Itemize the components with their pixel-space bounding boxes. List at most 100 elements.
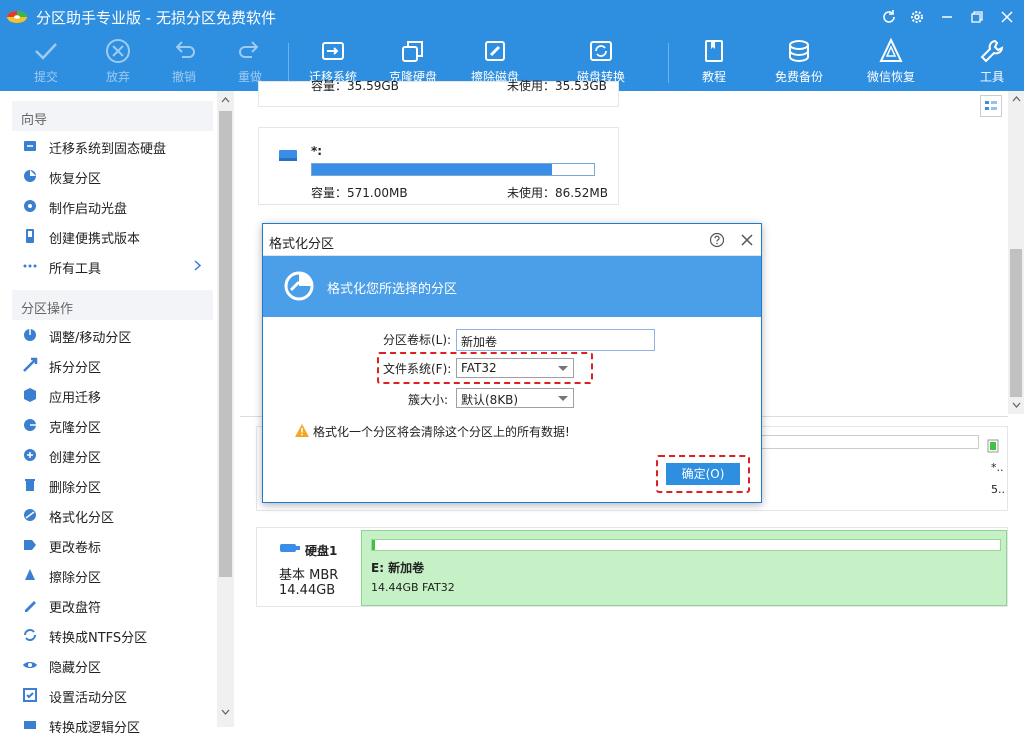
discard-button[interactable]: 放弃 — [94, 37, 142, 89]
refresh-button[interactable] — [878, 6, 900, 28]
volume-label-input[interactable]: 新加卷 — [456, 329, 655, 351]
tutorial-label: 教程 — [701, 70, 726, 84]
sidebar-item-operation[interactable]: 创建分区 — [12, 440, 213, 470]
delete-partition-icon — [22, 477, 38, 493]
window-title: 分区助手专业版 - 无损分区免费软件 — [36, 9, 276, 27]
split-icon — [22, 357, 38, 373]
sidebar-scroll-thumb[interactable] — [219, 111, 232, 577]
sidebar-item-label: 应用迁移 — [49, 391, 102, 406]
format-pie-icon — [284, 271, 314, 301]
ok-button[interactable]: 确定(O) — [666, 463, 740, 485]
migrate-disk-icon — [322, 42, 344, 60]
partition-usage-bar — [371, 539, 1001, 551]
backup-icon — [789, 40, 809, 63]
warning-icon — [295, 424, 309, 437]
list-view-icon — [985, 101, 997, 110]
wipe-partition-icon — [22, 567, 38, 583]
sidebar-item-operation[interactable]: 应用迁移 — [12, 380, 213, 410]
cluster-size-label: 簇大小: — [408, 393, 449, 407]
sidebar-item-wizard[interactable]: 制作启动光盘 — [12, 191, 213, 221]
toolbar-divider — [288, 43, 289, 83]
sidebar-item-operation[interactable]: 擦除分区 — [12, 560, 213, 590]
partition-usage-fill — [312, 164, 552, 175]
discard-label: 放弃 — [105, 70, 130, 84]
sidebar-item-wizard[interactable]: 迁移系统到固态硬盘 — [12, 131, 213, 161]
wizard-section-title: 向导 — [12, 101, 213, 131]
sidebar-item-operation[interactable]: 格式化分区 — [12, 500, 213, 530]
clone-disk-icon — [402, 41, 423, 62]
file-system-value: FAT32 — [461, 361, 497, 375]
sidebar-scrollbar[interactable] — [217, 91, 234, 727]
app-logo-icon — [7, 11, 27, 23]
sidebar-item-operation[interactable]: 克隆分区 — [12, 410, 213, 440]
cluster-size-value: 默认(8KB) — [461, 393, 519, 407]
file-system-label: 文件系统(F): — [383, 362, 452, 376]
sidebar-item-operation[interactable]: 设置活动分区 — [12, 680, 213, 710]
main-scrollbar[interactable] — [1008, 91, 1024, 414]
minimize-icon — [942, 16, 952, 18]
usb-drive-icon — [280, 544, 300, 552]
close-window-button[interactable] — [996, 6, 1018, 28]
partition-unused: 未使用：35.53GB — [507, 79, 607, 93]
tools-label: 工具 — [979, 70, 1004, 84]
dialog-close-button[interactable] — [739, 232, 755, 248]
hide-partition-icon — [22, 657, 38, 673]
tools-button[interactable]: 工具 — [970, 37, 1014, 89]
sidebar-item-operation[interactable]: 隐藏分区 — [12, 650, 213, 680]
restore-button[interactable] — [966, 6, 988, 28]
partition-card[interactable]: *: 容量：571.00MB 未使用：86.52MB — [258, 127, 619, 205]
wechat-recovery-button[interactable]: 微信恢复 — [862, 37, 920, 89]
book-icon — [705, 40, 723, 62]
disk1-row[interactable]: 硬盘1 基本 MBR 14.44GB E: 新加卷 14.44GB FAT32 — [256, 527, 1008, 607]
partition-card-top[interactable]: 容量：35.59GB 未使用：35.53GB — [258, 79, 619, 107]
close-icon — [1001, 11, 1013, 23]
file-system-select[interactable]: FAT32 — [456, 358, 574, 378]
undo-button[interactable]: 撤销 — [160, 37, 208, 89]
sidebar-item-label: 删除分区 — [49, 481, 102, 496]
partition-name: *: — [311, 144, 323, 158]
help-button[interactable] — [709, 232, 725, 248]
undo-icon — [175, 41, 195, 58]
sidebar-item-operation[interactable]: 拆分分区 — [12, 350, 213, 380]
sidebar-item-operation[interactable]: 更改卷标 — [12, 530, 213, 560]
settings-button[interactable] — [906, 6, 928, 28]
free-backup-button[interactable]: 免费备份 — [770, 37, 828, 89]
sidebar-item-wizard[interactable]: 所有工具 — [12, 251, 213, 281]
sidebar-item-operation[interactable]: 更改盘符 — [12, 590, 213, 620]
convert-logical-icon — [22, 717, 38, 733]
recover-partition-icon — [22, 168, 38, 184]
scroll-up-icon — [221, 97, 230, 103]
set-active-icon — [22, 687, 38, 703]
dialog-title: 格式化分区 — [269, 237, 335, 252]
sidebar-item-operation[interactable]: 删除分区 — [12, 470, 213, 500]
sidebar-item-operation[interactable]: 转换成NTFS分区 — [12, 620, 213, 650]
sidebar-item-operation[interactable]: 转换成逻辑分区 — [12, 710, 213, 740]
partition-block-e[interactable]: E: 新加卷 14.44GB FAT32 — [361, 530, 1007, 606]
minimize-button[interactable] — [936, 6, 958, 28]
sidebar-item-label: 隐藏分区 — [49, 661, 102, 676]
partition-unused: 未使用：86.52MB — [507, 186, 608, 200]
disk-convert-icon — [590, 41, 612, 61]
cluster-size-select[interactable]: 默认(8KB) — [456, 388, 574, 408]
view-toggle-button[interactable] — [980, 95, 1002, 117]
sidebar-item-operation[interactable]: 调整/移动分区 — [12, 320, 213, 350]
gear-icon — [911, 11, 923, 23]
dialog-title-bar: 格式化分区 — [263, 224, 761, 256]
migrate-ssd-icon — [22, 138, 38, 154]
partition-usage-fill — [372, 540, 375, 550]
tutorial-button[interactable]: 教程 — [690, 37, 738, 89]
change-letter-icon — [22, 597, 38, 613]
sidebar-item-label: 调整/移动分区 — [49, 331, 132, 346]
sidebar-item-wizard[interactable]: 创建便携式版本 — [12, 221, 213, 251]
app-migrate-icon — [22, 387, 38, 403]
dialog-banner: 格式化您所选择的分区 — [263, 256, 761, 317]
sidebar-item-wizard[interactable]: 恢复分区 — [12, 161, 213, 191]
main-scroll-thumb[interactable] — [1010, 249, 1022, 397]
partition-color-icon — [987, 439, 999, 453]
commit-button[interactable]: 提交 — [22, 37, 70, 89]
wechat-recovery-label: 微信恢复 — [866, 70, 915, 84]
scroll-down-icon — [221, 709, 230, 715]
sidebar-item-label: 拆分分区 — [49, 361, 102, 376]
sidebar-item-label: 格式化分区 — [49, 511, 115, 526]
undo-label: 撤销 — [171, 70, 196, 84]
